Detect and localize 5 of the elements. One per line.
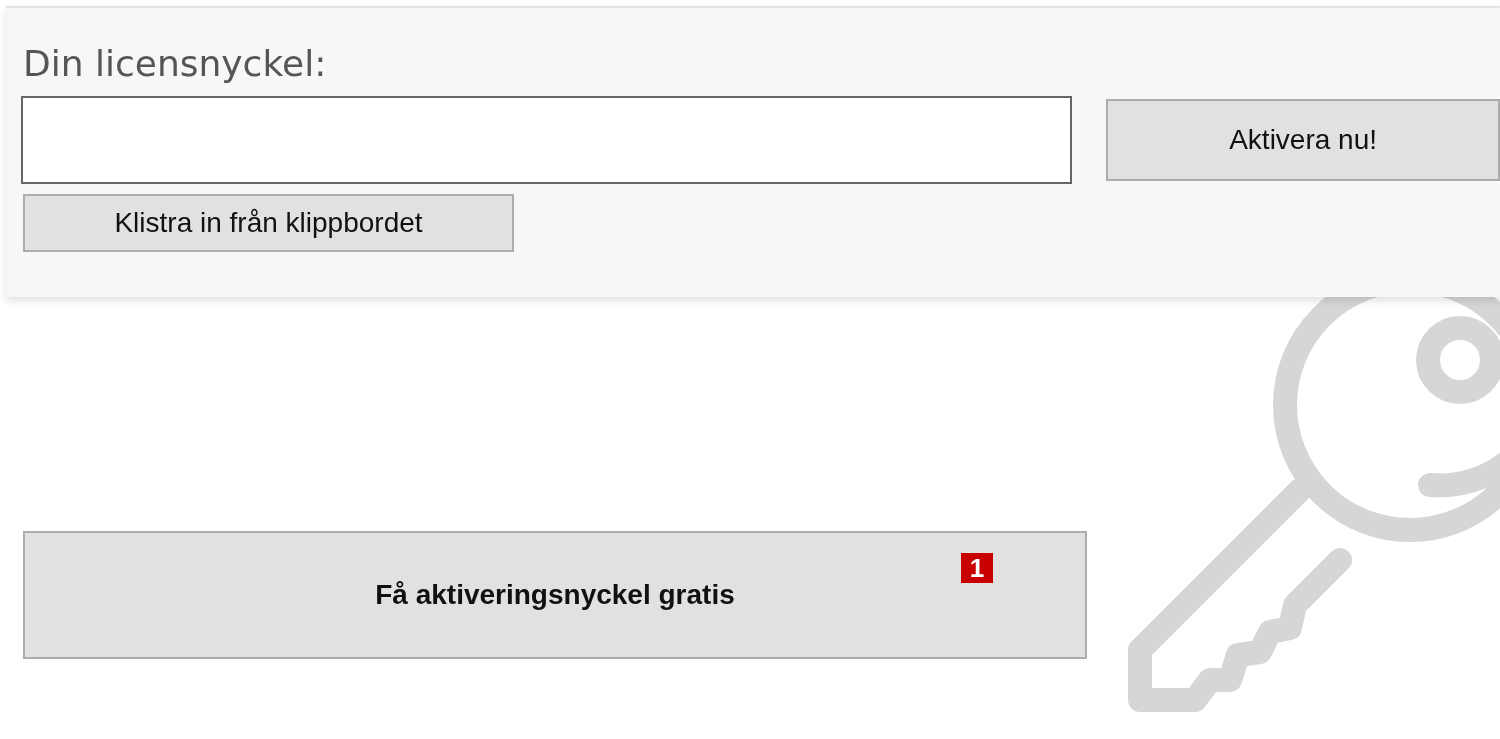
- paste-button[interactable]: Klistra in från klippbordet: [23, 194, 514, 252]
- notification-badge: 1: [961, 553, 993, 583]
- license-key-field[interactable]: [21, 96, 1073, 184]
- activate-button[interactable]: Aktivera nu!: [1106, 99, 1500, 181]
- panel-title: Din licensnyckel:: [23, 46, 328, 82]
